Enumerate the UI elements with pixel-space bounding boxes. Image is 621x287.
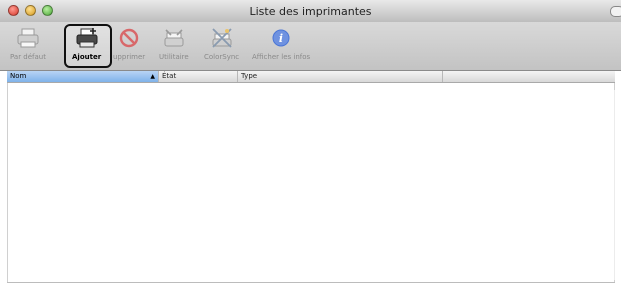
- column-header-type-label: Type: [241, 72, 258, 80]
- delete-button[interactable]: upprimer: [113, 24, 145, 61]
- default-button[interactable]: Par défaut: [10, 24, 46, 61]
- title-bar[interactable]: Liste des imprimantes: [0, 0, 621, 23]
- toolbar: Par défaut Ajouter upprimer Utilitaire C…: [0, 22, 621, 71]
- utility-button-label: Utilitaire: [159, 53, 189, 61]
- delete-icon: [115, 24, 143, 52]
- list-bottom-border: [7, 282, 615, 283]
- utility-button[interactable]: Utilitaire: [159, 24, 189, 61]
- column-header-status-label: État: [162, 72, 177, 80]
- svg-text:i: i: [279, 32, 283, 45]
- toolbar-toggle-button[interactable]: [610, 6, 621, 17]
- close-button[interactable]: [8, 5, 19, 16]
- add-button[interactable]: Ajouter: [72, 24, 101, 61]
- printer-list-window: Liste des imprimantes Par défaut Ajouter…: [0, 0, 621, 287]
- list-edge: [614, 90, 615, 280]
- default-printer-icon: [14, 24, 42, 52]
- column-header-empty: [443, 71, 615, 82]
- default-button-label: Par défaut: [10, 53, 46, 61]
- printer-list[interactable]: [7, 83, 615, 282]
- minimize-button[interactable]: [25, 5, 36, 16]
- window-controls: [8, 5, 53, 16]
- info-icon: i: [267, 24, 295, 52]
- zoom-button[interactable]: [42, 5, 53, 16]
- column-header-status[interactable]: État: [159, 71, 238, 82]
- delete-button-label: upprimer: [113, 53, 146, 61]
- sort-arrow-icon: ▲: [150, 73, 155, 80]
- info-button-label: Afficher les infos: [252, 53, 311, 61]
- colorsync-button-label: ColorSync: [204, 53, 240, 61]
- window-title: Liste des imprimantes: [249, 4, 372, 18]
- info-button[interactable]: i Afficher les infos: [252, 24, 310, 61]
- colorsync-button[interactable]: ColorSync: [204, 24, 239, 61]
- colorsync-icon: [208, 24, 236, 52]
- add-printer-icon: [73, 24, 101, 52]
- column-header-type[interactable]: Type: [238, 71, 443, 82]
- add-button-label: Ajouter: [72, 53, 102, 61]
- utility-icon: [160, 24, 188, 52]
- column-header-name-label: Nom: [10, 72, 27, 80]
- column-header-name[interactable]: Nom ▲: [7, 71, 159, 82]
- table-header: Nom ▲ État Type: [7, 71, 615, 83]
